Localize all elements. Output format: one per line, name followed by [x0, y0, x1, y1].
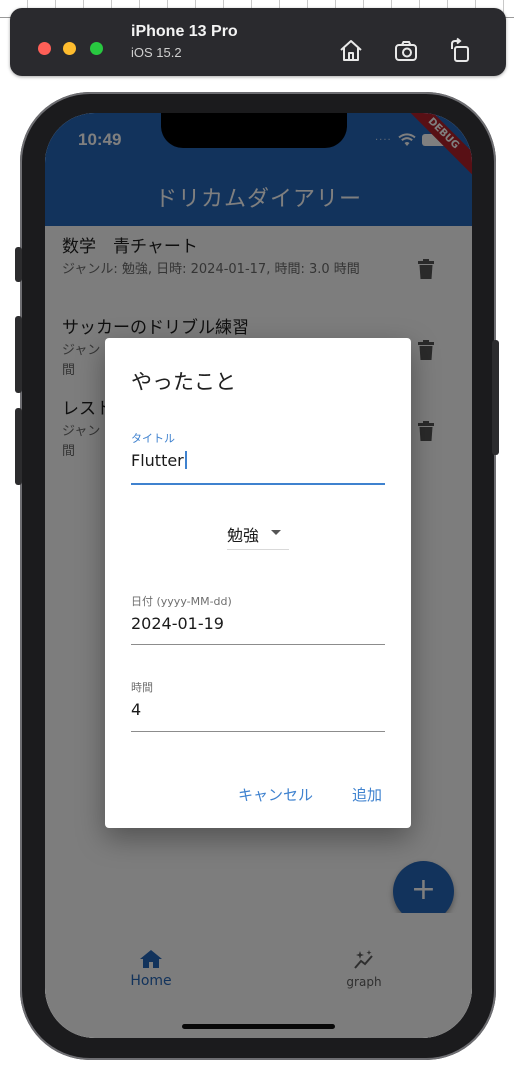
title-field-label: タイトル — [131, 432, 175, 445]
home-icon[interactable] — [337, 37, 365, 65]
os-version: iOS 15.2 — [131, 45, 182, 60]
date-input[interactable]: 2024-01-19 — [131, 614, 385, 634]
text-cursor — [184, 451, 187, 469]
close-window-button[interactable] — [38, 42, 51, 55]
hours-field[interactable]: 時間 4 — [131, 679, 385, 732]
date-field[interactable]: 日付 (yyyy-MM-dd) 2024-01-19 — [131, 593, 385, 645]
title-field-underline — [131, 483, 385, 485]
date-field-label: 日付 (yyyy-MM-dd) — [131, 595, 232, 608]
dialog-title: やったこと — [131, 370, 236, 394]
cancel-button[interactable]: キャンセル — [238, 784, 313, 805]
rotate-icon[interactable] — [446, 37, 474, 65]
title-field[interactable]: タイトル Flutter — [131, 430, 385, 485]
screenshot-icon[interactable] — [392, 37, 420, 65]
volume-down-button — [15, 408, 22, 485]
power-button — [492, 340, 499, 455]
genre-dropdown-value: 勉強 — [227, 526, 260, 545]
device-name: iPhone 13 Pro — [131, 23, 238, 40]
hours-field-underline — [131, 731, 385, 732]
volume-up-button — [15, 316, 22, 393]
genre-dropdown[interactable]: 勉強 — [227, 520, 289, 550]
hours-input[interactable]: 4 — [131, 700, 385, 720]
add-entry-dialog: やったこと タイトル Flutter 勉強 日付 (yyyy-MM-dd) 20… — [105, 338, 411, 828]
title-input[interactable]: Flutter — [131, 451, 385, 471]
genre-dropdown-underline — [227, 549, 289, 550]
simulator-toolbar: iPhone 13 Pro iOS 15.2 — [10, 8, 506, 76]
dropdown-arrow-icon — [271, 530, 281, 535]
zoom-window-button[interactable] — [90, 42, 103, 55]
mute-switch — [15, 247, 22, 282]
hours-field-label: 時間 — [131, 681, 153, 694]
date-field-underline — [131, 644, 385, 645]
minimize-window-button[interactable] — [63, 42, 76, 55]
add-button[interactable]: 追加 — [352, 784, 382, 805]
